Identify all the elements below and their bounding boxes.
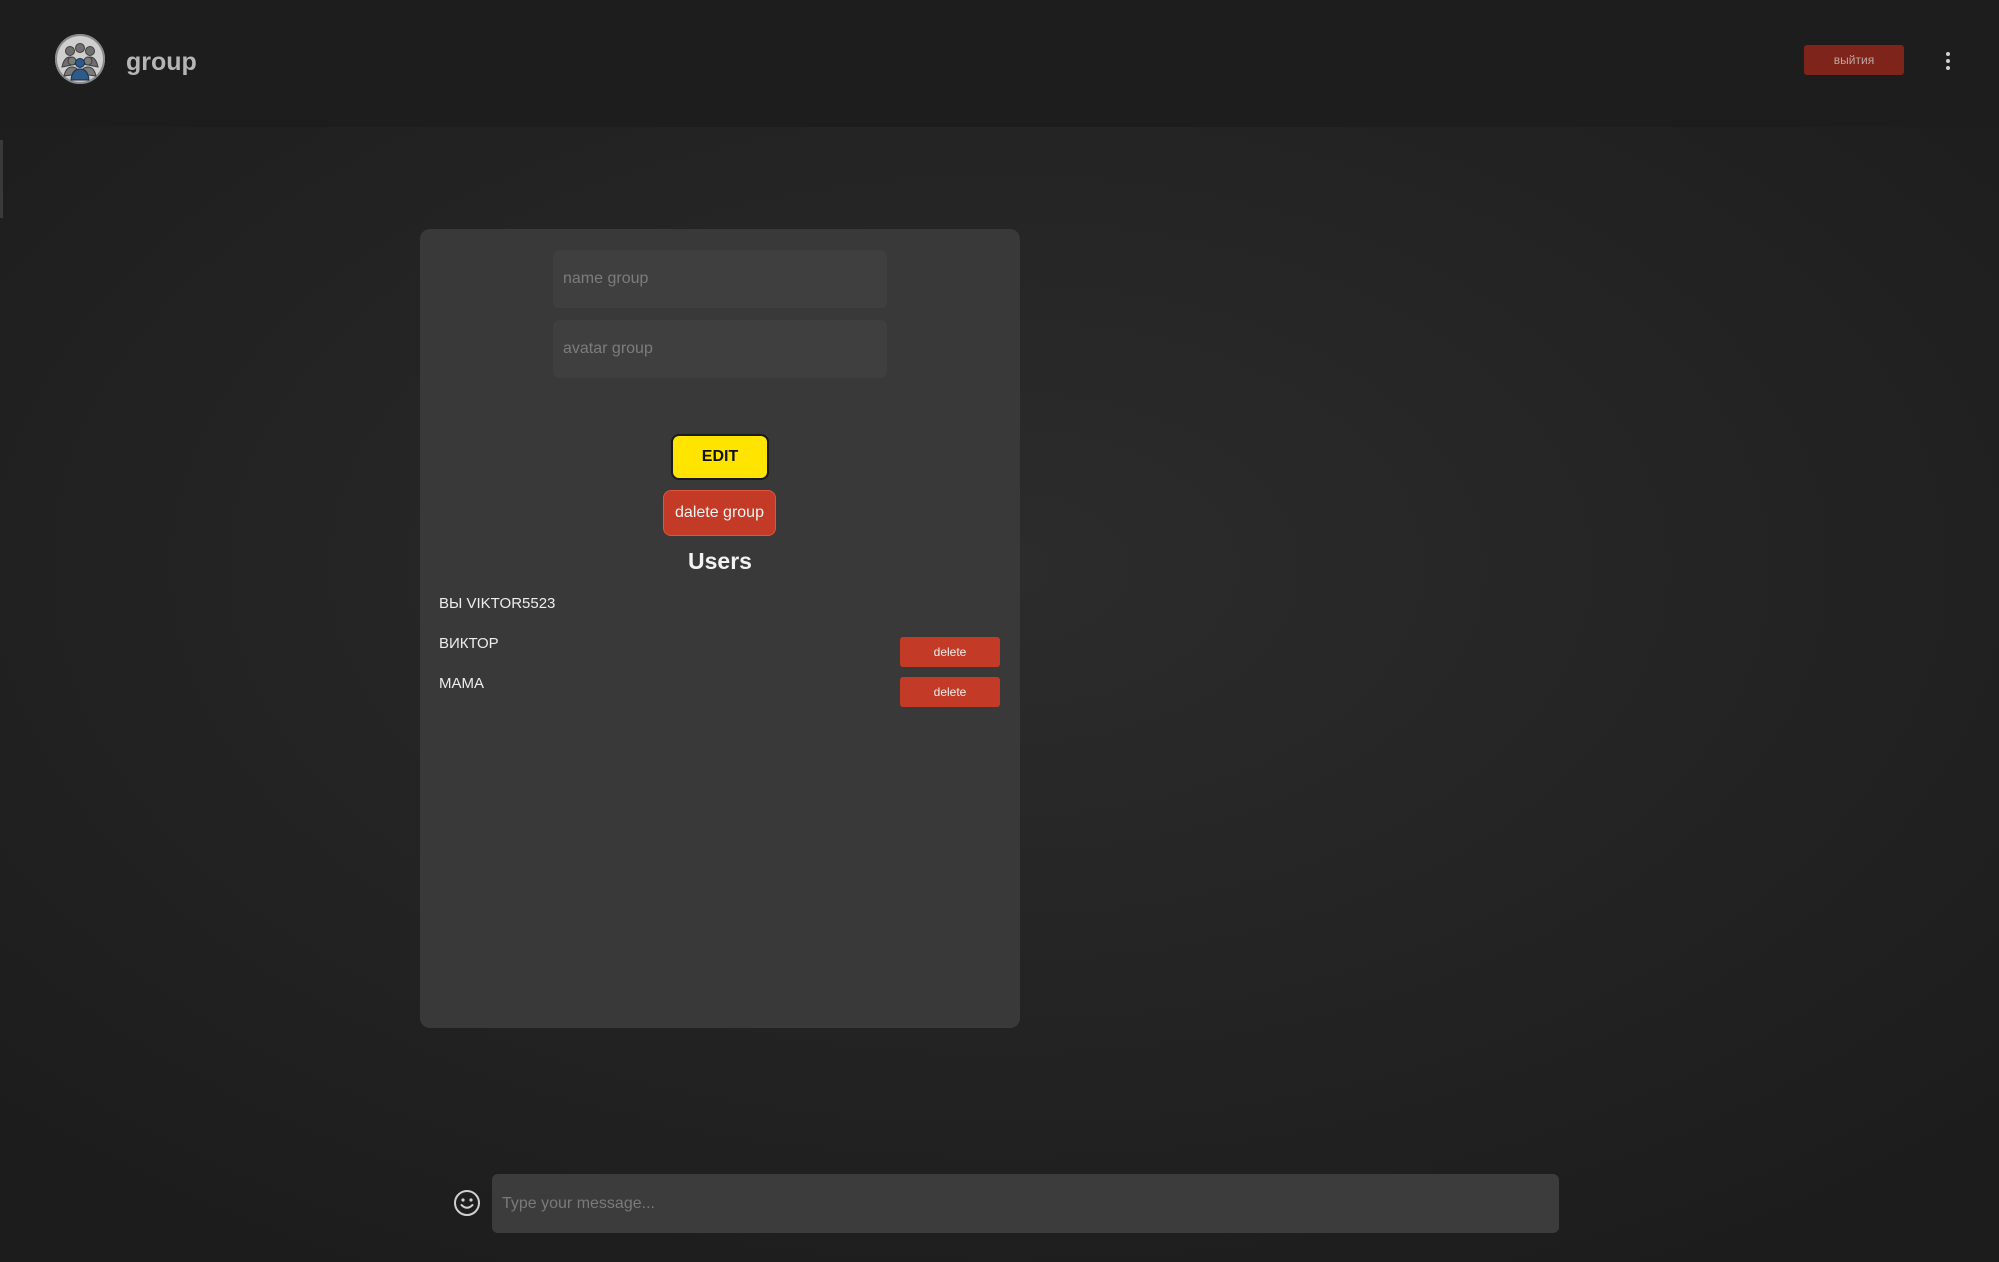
top-header: group выйтия bbox=[0, 0, 1999, 127]
group-avatar-icon[interactable] bbox=[55, 34, 105, 84]
users-heading: Users bbox=[688, 548, 752, 574]
user-name-viktor: ВИКТОР bbox=[439, 635, 499, 652]
logout-button[interactable]: выйтия bbox=[1804, 45, 1904, 75]
group-title: group bbox=[126, 48, 197, 76]
group-name-input[interactable] bbox=[553, 250, 887, 308]
group-people-icon bbox=[57, 36, 103, 82]
user-name-self: ВЫ VIKTOR5523 bbox=[439, 595, 556, 612]
group-avatar-input[interactable] bbox=[553, 320, 887, 378]
menu-dot bbox=[1946, 66, 1950, 70]
kebab-menu-icon[interactable] bbox=[1938, 46, 1958, 76]
delete-group-button[interactable]: dalete group bbox=[663, 490, 776, 536]
message-input[interactable] bbox=[492, 1174, 1559, 1233]
chat-page: group выйтия EDIT dalete group Users ВЫ … bbox=[0, 0, 1999, 1262]
smiley-icon[interactable] bbox=[453, 1189, 481, 1217]
delete-user-mama-button[interactable]: delete bbox=[900, 677, 1000, 707]
left-edge-handle bbox=[0, 140, 3, 218]
menu-dot bbox=[1946, 52, 1950, 56]
menu-dot bbox=[1946, 59, 1950, 63]
edit-button[interactable]: EDIT bbox=[671, 434, 769, 480]
delete-user-viktor-button[interactable]: delete bbox=[900, 637, 1000, 667]
group-settings-panel: EDIT dalete group Users ВЫ VIKTOR5523 ВИ… bbox=[420, 229, 1020, 1028]
user-name-mama: МАМА bbox=[439, 675, 484, 692]
